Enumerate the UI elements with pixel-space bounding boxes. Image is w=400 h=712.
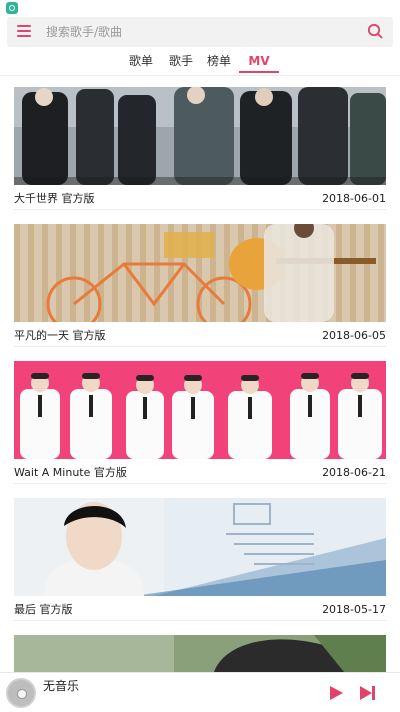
app-notification-icon bbox=[6, 2, 18, 14]
search-input[interactable]: 搜索歌手/歌曲 bbox=[46, 24, 122, 40]
now-playing-title: 无音乐 bbox=[43, 679, 80, 693]
mv-date: 2018-05-17 bbox=[322, 603, 386, 616]
mv-title: 平凡的一天 官方版 bbox=[14, 329, 106, 342]
play-icon[interactable] bbox=[328, 685, 344, 701]
mv-date: 2018-06-01 bbox=[322, 192, 386, 205]
mv-item[interactable]: Wait A Minute 官方版 2018-06-21 bbox=[14, 361, 386, 485]
player-bar[interactable]: 无音乐 bbox=[0, 672, 400, 712]
mv-divider bbox=[14, 346, 386, 347]
mv-date: 2018-06-21 bbox=[322, 466, 386, 479]
menu-icon[interactable] bbox=[17, 25, 31, 37]
mv-divider bbox=[14, 209, 386, 210]
tab-artists[interactable]: 歌手 bbox=[166, 52, 196, 74]
mv-thumbnail[interactable] bbox=[14, 224, 386, 322]
mv-date: 2018-06-05 bbox=[322, 329, 386, 342]
mv-item[interactable] bbox=[14, 635, 386, 672]
tab-playlists[interactable]: 歌单 bbox=[126, 52, 156, 74]
mv-divider bbox=[14, 620, 386, 621]
mv-thumbnail[interactable] bbox=[14, 361, 386, 459]
search-icon[interactable] bbox=[367, 23, 383, 39]
tab-charts[interactable]: 榜单 bbox=[204, 52, 234, 74]
search-bar[interactable]: 搜索歌手/歌曲 bbox=[7, 17, 393, 47]
mv-thumbnail[interactable] bbox=[14, 87, 386, 185]
next-icon[interactable] bbox=[359, 685, 377, 701]
mv-item[interactable]: 平凡的一天 官方版 2018-06-05 bbox=[14, 224, 386, 348]
mv-thumbnail[interactable] bbox=[14, 498, 386, 596]
mv-thumbnail[interactable] bbox=[14, 635, 386, 672]
category-tabs: 歌单 歌手 榜单 MV bbox=[0, 52, 400, 74]
tabs-divider bbox=[0, 75, 400, 76]
album-disc-icon[interactable] bbox=[6, 678, 36, 708]
mv-divider bbox=[14, 483, 386, 484]
active-tab-indicator bbox=[239, 71, 279, 73]
status-bar bbox=[0, 0, 400, 16]
mv-title: 大千世界 官方版 bbox=[14, 192, 95, 205]
mv-item[interactable]: 大千世界 官方版 2018-06-01 bbox=[14, 87, 386, 211]
mv-item[interactable]: 最后 官方版 2018-05-17 bbox=[14, 498, 386, 622]
mv-title: 最后 官方版 bbox=[14, 603, 73, 616]
mv-title: Wait A Minute 官方版 bbox=[14, 466, 127, 479]
